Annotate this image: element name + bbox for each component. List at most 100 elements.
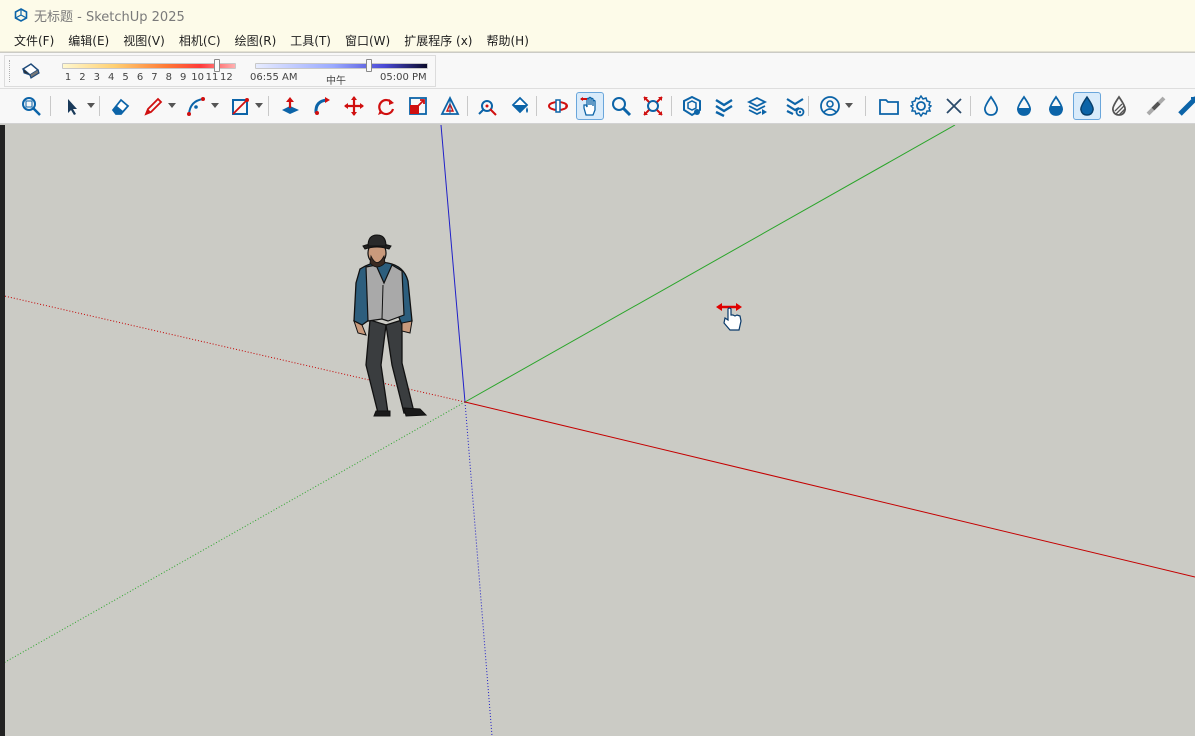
pencil-icon [144,97,163,116]
shadow-toggle-button[interactable] [19,60,43,82]
style-wireframe-tool-button[interactable] [977,92,1005,120]
zoom-extents-tool-button[interactable] [639,92,667,120]
main-toolbar [0,89,1195,124]
rectangle-tool-button[interactable] [226,92,254,120]
send-to-layout-icon [746,96,768,116]
scale-tool-button[interactable] [404,92,432,120]
arrow-cursor-icon [68,99,77,115]
toolbar-grip[interactable] [9,60,12,82]
shadow-settings-panel: 1 2 3 4 5 6 7 8 9 10 11 12 06:55 AM 中午 05:00 PM [4,55,436,87]
drop-filled-icon [1048,95,1064,116]
toolbar-separator [536,96,537,116]
tape-measure-icon [478,100,497,116]
month-label: 6 [136,72,144,83]
extension-warehouse-tool-button[interactable] [710,92,738,120]
drop-half-icon [1016,95,1032,116]
time-end-label: 05:00 PM [380,72,427,83]
month-label: 1 [64,72,72,83]
drop-textured-icon [1080,95,1094,116]
settings-tool-button[interactable] [907,92,935,120]
blue-axis-positive [440,125,466,403]
back-edges-tool-button[interactable] [1174,92,1195,120]
offset-tool-button[interactable] [436,92,464,120]
pan-hand-cursor-icon [716,303,742,331]
style-hidden-tool-button[interactable] [1010,92,1038,120]
shadow-toggle-icon [21,63,40,79]
account-dropdown-arrow[interactable] [845,103,853,108]
layout-send-tool-button[interactable] [743,92,771,120]
close-tool-button[interactable] [940,92,968,120]
xray-icon [1146,96,1166,116]
shadows-toolbar: 1 2 3 4 5 6 7 8 9 10 11 12 06:55 AM 中午 05:00 PM [0,53,1195,89]
zoom-window-tool-button[interactable] [17,92,45,120]
folder-icon [879,99,899,115]
style-textured-tool-button[interactable] [1073,92,1101,120]
title-bar: 无标题 - SketchUp 2025 [0,0,1195,30]
rotate-icon [378,98,395,116]
menu-view[interactable]: 视图(V) [116,30,172,52]
time-slider-thumb[interactable] [365,59,372,72]
style-monochrome-tool-button[interactable] [1105,92,1133,120]
menu-extensions[interactable]: 扩展程序 (x) [397,30,479,52]
scale-figure-person[interactable] [353,234,428,417]
sketchup-window: 无标题 - SketchUp 2025 文件(F) 编辑(E) 视图(V) 相机(C)… [0,0,1195,736]
eraser-tool-button[interactable] [106,92,134,120]
menu-window[interactable]: 窗口(W) [338,30,397,52]
month-slider[interactable] [62,63,236,69]
rotate-tool-button[interactable] [372,92,400,120]
follow-me-tool-button[interactable] [308,92,336,120]
close-icon [946,98,962,114]
zoom-tool-button[interactable] [607,92,635,120]
paint-bucket-icon [511,96,529,114]
xray-tool-button[interactable] [1142,92,1170,120]
menu-bar: 文件(F) 编辑(E) 视图(V) 相机(C) 绘图(R) 工具(T) 窗口(W) 扩展程序 … [0,30,1195,52]
month-label: 9 [180,72,187,83]
menu-file[interactable]: 文件(F) [7,30,61,52]
toolbar-separator [865,96,866,116]
green-axis-negative [0,401,466,666]
warehouse-icon [683,95,701,117]
menu-draw[interactable]: 绘图(R) [228,30,284,52]
move-tool-button[interactable] [340,92,368,120]
month-slider-thumb[interactable] [213,59,220,72]
green-axis-positive [464,125,956,403]
extension-manager-tool-button[interactable] [781,92,809,120]
open-folder-tool-button[interactable] [875,92,903,120]
line-dropdown-arrow[interactable] [168,103,176,108]
line-tool-button[interactable] [139,92,167,120]
toolbar-separator [970,96,971,116]
paint-bucket-tool-button[interactable] [505,92,533,120]
time-slider[interactable] [255,63,428,69]
zoom-extents-icon [643,96,663,116]
extension-warehouse-icon [715,98,733,117]
push-pull-tool-button[interactable] [276,92,304,120]
menu-edit[interactable]: 编辑(E) [61,30,116,52]
style-shaded-tool-button[interactable] [1042,92,1070,120]
scene-canvas[interactable] [0,125,1195,736]
orbit-tool-button[interactable] [544,92,572,120]
modeling-viewport[interactable] [0,125,1195,736]
select-tool-button[interactable] [58,92,86,120]
pan-tool-button[interactable] [576,92,604,120]
toolbar-separator [50,96,51,116]
offset-icon [440,95,460,115]
user-account-icon [820,96,840,116]
extension-manager-icon [786,98,805,117]
month-label: 11 [205,72,219,83]
toolbar-separator [268,96,269,116]
scale-icon [409,97,427,115]
account-tool-button[interactable] [816,92,844,120]
arc-tool-button[interactable] [182,92,210,120]
menu-help[interactable]: 帮助(H) [479,30,535,52]
menu-camera[interactable]: 相机(C) [172,30,228,52]
toolbar-separator [671,96,672,116]
arc-dropdown-arrow[interactable] [211,103,219,108]
time-start-label: 06:55 AM [250,72,298,83]
menu-tools[interactable]: 工具(T) [283,30,338,52]
month-label: 4 [108,72,115,83]
warehouse-tool-button[interactable] [678,92,706,120]
rectangle-dropdown-arrow[interactable] [255,103,263,108]
tape-measure-tool-button[interactable] [473,92,501,120]
select-dropdown-arrow[interactable] [87,103,95,108]
month-label: 8 [165,72,172,83]
